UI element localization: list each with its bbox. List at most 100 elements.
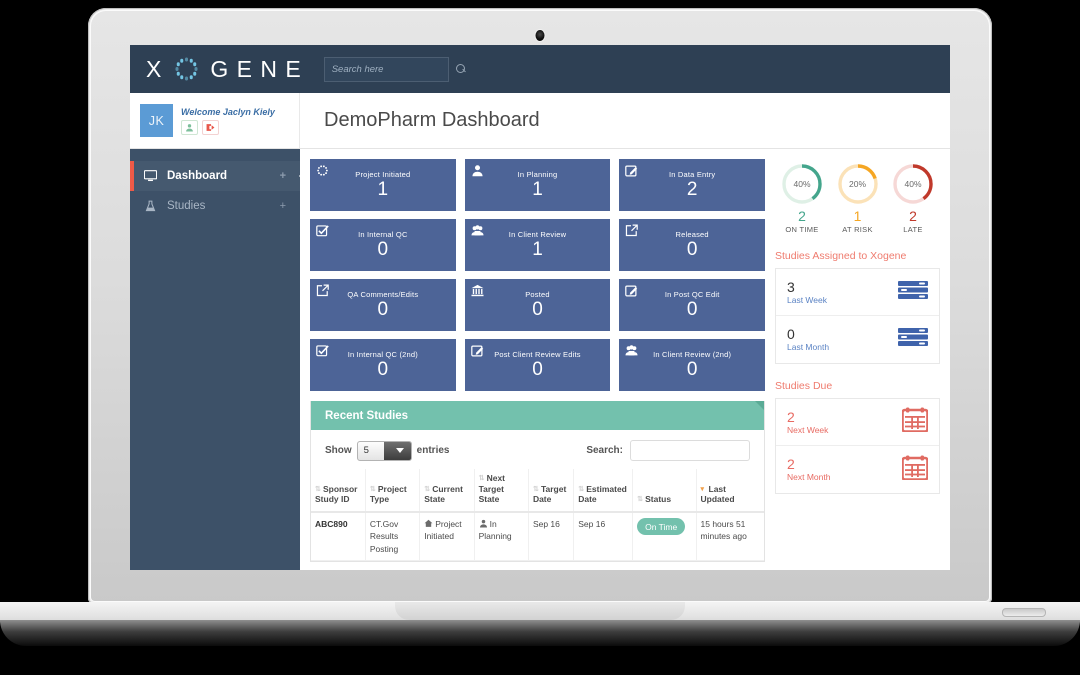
stat-card[interactable]: Project Initiated 1 [310,159,456,211]
sidebar-expand-dashboard[interactable]: + [280,170,286,182]
sort-icon[interactable]: ⇅ [370,486,376,495]
stat-card[interactable]: In Planning 1 [464,159,611,211]
summary-row-label: Next Month [787,472,831,483]
user-actions [181,119,275,135]
table-header-label: Status [645,494,672,505]
dotted-circle-icon [316,164,329,177]
summary-row[interactable]: 3 Last Week [776,269,939,316]
page-title: DemoPharm Dashboard [324,109,540,131]
table-search-control: Search: [586,440,750,461]
logout-button[interactable] [202,119,219,135]
monitor-icon [144,170,157,182]
stat-card-label: In Client Review [508,229,567,239]
user-icon [479,519,488,528]
donut-percent: 40% [793,179,811,189]
stat-card[interactable]: In Client Review (2nd) 0 [619,339,765,391]
logo-letter-x: X [146,55,163,82]
table-header-cell[interactable]: ▾ Last Updated [695,469,764,513]
user-box: JK Welcome Jaclyn Kiely [130,93,300,148]
users-icon [625,344,638,357]
table-header-cell[interactable]: ⇅ Estimated Date [573,469,633,513]
summary-panel-box: 3 Last Week 0 Last Month [775,268,940,364]
stat-card-label: In Post QC Edit [664,289,720,299]
stat-card[interactable]: Post Client Review Edits 0 [464,339,611,391]
summary-row-value: 0 [787,326,795,343]
page-size-value: 5 [363,445,369,456]
donut-chart: 40% 2 LATE [888,162,938,234]
show-label: Show [325,445,352,456]
right-column: 40% 2 ON TIME 20% 1 AT RISK 40% 2 LATE Studies A… [775,159,940,570]
calendar-icon [901,407,929,437]
sub-header: JK Welcome Jaclyn Kiely DemoPharm Dashbo… [130,93,950,149]
table-search-input[interactable] [630,440,750,461]
stat-card-label: In Data Entry [668,169,716,179]
sidebar-label-studies: Studies [167,200,206,212]
home-icon [424,519,433,528]
home-icon [424,519,433,527]
stat-card[interactable]: In Data Entry 2 [619,159,765,211]
user-icon [479,519,487,528]
search-input[interactable] [331,63,456,75]
user-info: Welcome Jaclyn Kiely [181,107,275,135]
logout-icon [206,123,215,131]
stat-card-value: 0 [377,299,389,321]
xogene-logo[interactable]: X G E N E [146,56,302,83]
table-header-cell[interactable]: ⇅ Sponsor Study ID [311,469,366,513]
stat-card[interactable]: In Internal QC 0 [310,219,456,271]
global-search[interactable] [323,56,465,82]
stat-card-value: 0 [686,299,698,321]
stat-card[interactable]: In Internal QC (2nd) 0 [310,339,456,391]
sort-icon[interactable]: ▾ [701,486,707,495]
table-header-cell[interactable]: ⇅ Next Target State [473,469,529,513]
sort-icon[interactable]: ⇅ [424,486,430,495]
sidebar-item-dashboard[interactable]: Dashboard + [130,161,300,191]
cell-project-type: CT.Gov Results Posting [364,512,420,561]
stat-card[interactable]: In Post QC Edit 0 [619,279,765,331]
stat-card[interactable]: Posted 0 [464,279,611,331]
summary-row-value: 3 [787,278,795,295]
chevron-down-icon[interactable] [384,441,411,460]
profile-button[interactable] [181,119,198,135]
sort-icon[interactable]: ⇅ [578,486,584,495]
stat-card-label: In Planning [517,169,558,179]
sort-icon[interactable]: ⇅ [533,486,539,495]
check-square-icon [316,344,329,357]
table-row[interactable]: ABC890 CT.Gov Results Posting Project Init… [311,512,764,561]
summary-panel: Studies Assigned to Xogene 3 Last Week 0 Las… [775,250,940,364]
table-header-cell[interactable]: ⇅ Current State [419,469,475,513]
table-header-cell[interactable]: ⇅ Project Type [364,469,420,513]
page-size-select[interactable]: 5 [356,440,412,461]
summary-row-text: 0 Last Month [787,326,829,352]
cell-target-date: Sep 16 [527,512,574,561]
stat-card[interactable]: QA Comments/Edits 0 [310,279,456,331]
summary-row-value: 2 [787,408,795,425]
table-header-cell[interactable]: ⇅ Status [632,469,697,513]
browser-screen: X G E N E JK Welcome Jaclyn Kiely [130,45,950,570]
sort-icon[interactable]: ⇅ [315,486,321,495]
table-header-label: Estimated Date [578,483,627,505]
stat-card-value: 1 [532,179,543,201]
summary-row[interactable]: 0 Last Month [776,316,939,363]
screenshot-stage: X G E N E JK Welcome Jaclyn Kiely [0,0,1080,675]
pencil-square-icon [470,344,484,357]
donut-chart: 40% 2 ON TIME [777,162,827,234]
sort-icon[interactable]: ⇅ [637,496,643,505]
stat-card-label: In Internal QC (2nd) [347,349,418,359]
sidebar-item-studies[interactable]: Studies + [130,191,300,221]
table-header-cell[interactable]: ⇅ Target Date [527,469,574,513]
sidebar-expand-studies[interactable]: + [280,200,286,212]
stat-card[interactable]: Released 0 [619,219,765,271]
stat-card-label: Posted [525,289,550,299]
summary-row[interactable]: 2 Next Week [776,399,939,446]
summary-row[interactable]: 2 Next Month [776,446,939,493]
donut-label: ON TIME [785,225,819,234]
cell-next-target-state: In Planning [473,512,529,561]
summary-row-text: 2 Next Week [787,409,828,435]
donut-label: AT RISK [842,225,873,234]
sort-icon[interactable]: ⇅ [479,475,485,484]
stat-card[interactable]: In Client Review 1 [464,219,611,271]
stat-card-value: 0 [532,359,543,381]
logo-letters-gene: G E N E [210,55,302,82]
laptop-base-latch [1002,608,1046,617]
stat-card-label: Post Client Review Edits [494,349,581,359]
